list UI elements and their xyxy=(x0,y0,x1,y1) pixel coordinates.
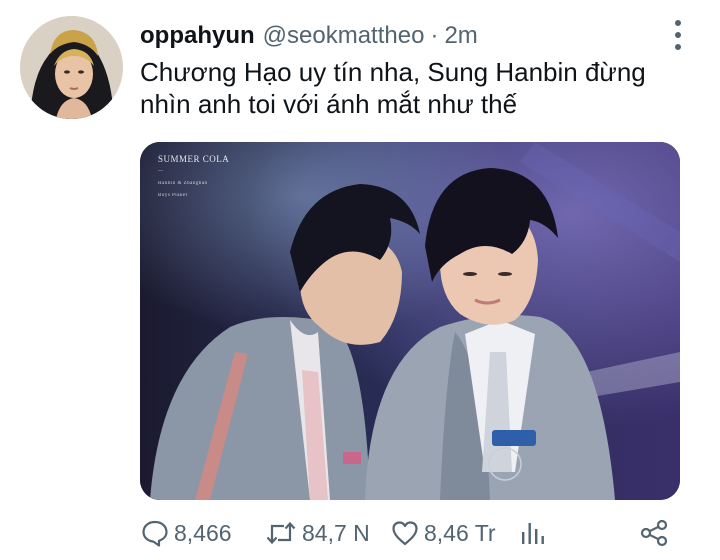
avatar[interactable] xyxy=(20,16,123,119)
tweet-header: oppahyun @seokmattheo · 2m xyxy=(140,22,478,50)
tweet-media-image[interactable]: SUMMER COLA — Hanbin & Zhanghao Boys Pla… xyxy=(140,142,680,500)
like-count: 8,46 Tr xyxy=(424,519,496,546)
tweet-text-line: Chương Hạo uy tín nha, Sung Hanbin đừng xyxy=(140,57,646,87)
caption-title: SUMMER COLA xyxy=(158,154,230,164)
display-name[interactable]: oppahyun xyxy=(140,22,255,50)
avatar-image xyxy=(20,16,123,119)
tweet-text: Chương Hạo uy tín nha, Sung Hanbin đừng … xyxy=(140,56,700,120)
user-handle[interactable]: @seokmattheo xyxy=(263,22,425,50)
caption-line: Boys Planet xyxy=(158,193,188,198)
speech-bubble-icon xyxy=(140,518,170,548)
separator-dot: · xyxy=(430,22,439,49)
retweet-icon xyxy=(264,518,298,548)
media-caption: SUMMER COLA — Hanbin & Zhanghao Boys Pla… xyxy=(158,154,229,200)
more-vertical-icon[interactable] xyxy=(666,20,690,50)
caption-line: Hanbin & Zhanghao xyxy=(158,181,208,186)
reply-count: 8,466 xyxy=(174,519,232,546)
share-button[interactable] xyxy=(638,518,670,548)
retweet-count: 84,7 N xyxy=(302,519,370,546)
like-button[interactable]: 8,46 Tr xyxy=(390,518,496,548)
reply-button[interactable]: 8,466 xyxy=(140,518,232,548)
tweet-text-line: nhìn anh toi với ánh mắt như thế xyxy=(140,89,518,119)
views-button[interactable] xyxy=(516,518,546,548)
retweet-button[interactable]: 84,7 N xyxy=(264,518,370,548)
caption-line: — xyxy=(158,169,164,174)
timestamp[interactable]: 2m xyxy=(444,22,477,50)
tweet[interactable]: oppahyun @seokmattheo · 2m Chương Hạo uy… xyxy=(0,0,720,560)
tweet-actions: 8,466 84,7 N 8,46 Tr xyxy=(140,512,680,556)
analytics-icon xyxy=(516,518,546,548)
share-icon xyxy=(638,518,670,548)
heart-icon xyxy=(390,518,420,548)
